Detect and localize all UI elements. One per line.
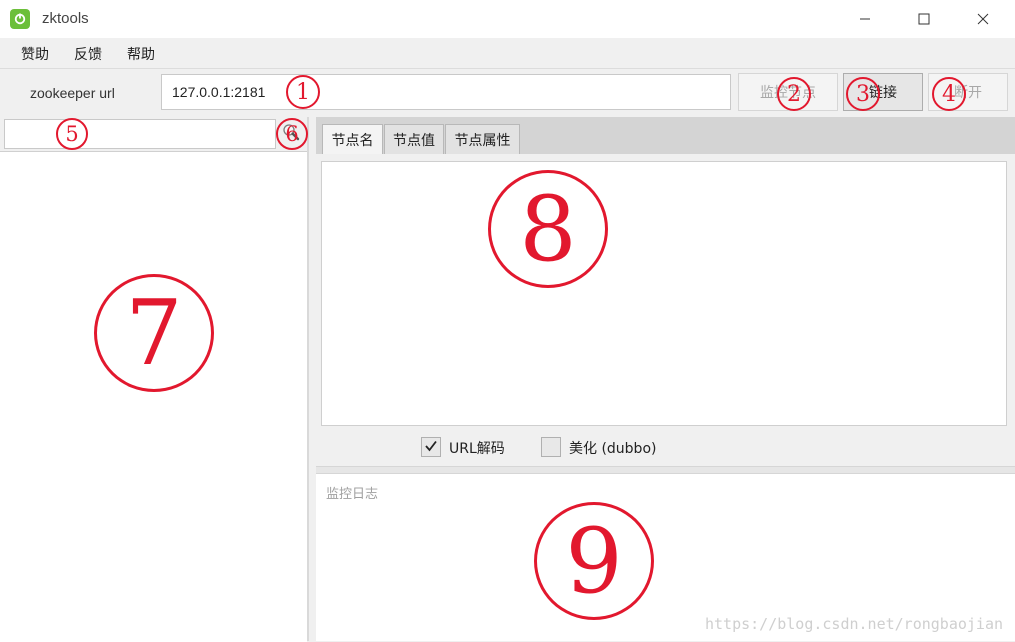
node-tree[interactable] — [0, 151, 307, 642]
minimize-button[interactable] — [842, 2, 888, 36]
minimize-icon — [859, 10, 871, 29]
detail-tab-bar: 节点名 节点值 节点属性 — [316, 117, 1015, 154]
annotation-2: 2 — [777, 77, 811, 111]
monitor-log-placeholder: 监控日志 — [326, 487, 379, 502]
options-row: URL解码 美化 (dubbo) — [316, 433, 1015, 463]
menu-bar: 赞助 反馈 帮助 — [0, 38, 1015, 69]
tab-node-name[interactable]: 节点名 — [322, 124, 383, 154]
menu-item-feedback[interactable]: 反馈 — [74, 44, 102, 64]
annotation-1: 1 — [286, 75, 320, 109]
zookeeper-url-label: zookeeper url — [30, 85, 115, 101]
close-button[interactable] — [960, 2, 1006, 36]
window-title: zktools — [42, 10, 89, 27]
split-pane-divider[interactable] — [316, 466, 1015, 474]
zookeeper-url-input[interactable]: 127.0.0.1:2181 — [161, 74, 731, 110]
annotation-4: 4 — [932, 77, 966, 111]
annotation-3: 3 — [846, 77, 880, 111]
title-bar: zktools — [0, 0, 1015, 39]
annotation-9: 9 — [534, 502, 654, 620]
checkmark-icon — [424, 438, 438, 457]
annotation-8: 8 — [488, 170, 608, 288]
tab-node-attributes[interactable]: 节点属性 — [445, 124, 520, 154]
maximize-icon — [918, 10, 930, 29]
tab-node-value[interactable]: 节点值 — [384, 124, 444, 154]
url-decode-label: URL解码 — [449, 441, 505, 457]
annotation-5: 5 — [56, 118, 88, 150]
close-icon — [977, 10, 989, 29]
url-decode-checkbox[interactable] — [421, 437, 441, 457]
app-logo-icon — [10, 9, 30, 29]
node-detail-panel: 节点名 节点值 节点属性 URL解码 美化 (dubbo) 监控日志 — [316, 117, 1015, 641]
menu-item-help[interactable]: 帮助 — [127, 44, 155, 64]
beautify-dubbo-label: 美化 (dubbo) — [569, 441, 657, 457]
menu-item-sponsor[interactable]: 赞助 — [21, 44, 49, 64]
maximize-button[interactable] — [901, 2, 947, 36]
annotation-7: 7 — [94, 274, 214, 392]
node-search-input[interactable] — [4, 119, 276, 149]
node-content-area[interactable] — [321, 161, 1007, 426]
annotation-6: 6 — [276, 118, 308, 150]
watermark: https://blog.csdn.net/rongbaojian — [704, 615, 1003, 633]
beautify-dubbo-checkbox[interactable] — [541, 437, 561, 457]
